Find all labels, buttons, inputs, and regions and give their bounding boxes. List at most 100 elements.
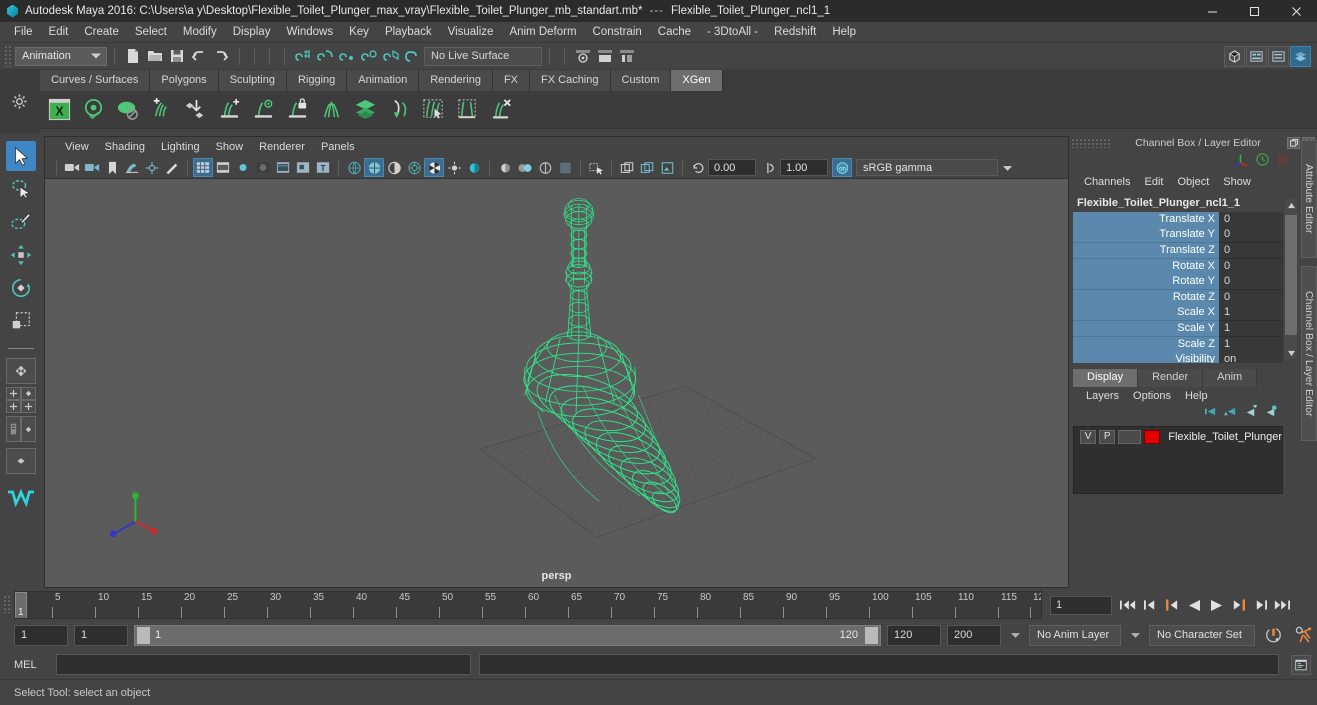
xgen-preview-icon[interactable]	[80, 96, 106, 124]
range-slider-bar[interactable]: 1 120	[134, 624, 881, 646]
layout-hypershade-persp-button[interactable]	[20, 416, 36, 442]
command-language-label[interactable]: MEL	[14, 659, 48, 671]
anim-layer-chevron-down-icon[interactable]	[1007, 625, 1023, 646]
color-space-chevron-down-icon[interactable]	[998, 159, 1016, 176]
channel-row[interactable]: Rotate Y 0	[1073, 274, 1283, 291]
image-plane-icon[interactable]	[122, 158, 142, 177]
layout-persp-graph-button[interactable]	[5, 448, 36, 474]
xgen-delete-guide-icon[interactable]	[488, 96, 514, 124]
play-backwards-button[interactable]	[1186, 597, 1202, 614]
wireframe-shading-icon[interactable]	[193, 158, 213, 177]
channel-box-scrollbar[interactable]	[1285, 199, 1297, 359]
move-layer-up-icon[interactable]	[1204, 405, 1217, 421]
shelf-tab-xgen[interactable]: XGen	[671, 70, 723, 91]
snap-to-projected-center-icon[interactable]	[358, 45, 380, 67]
xgen-groom-brush-icon[interactable]	[386, 96, 412, 124]
step-back-keyframe-button[interactable]	[1142, 597, 1158, 614]
grease-pencil-icon[interactable]	[162, 158, 182, 177]
time-slider-current-frame-marker[interactable]: 1	[15, 592, 27, 618]
gamma-field[interactable]: 1.00	[780, 159, 828, 176]
shelf-tab-custom[interactable]: Custom	[610, 70, 672, 91]
shelf-tab-sculpting[interactable]: Sculpting	[218, 70, 287, 91]
xray-joints-icon[interactable]	[364, 158, 384, 177]
smooth-shade-selected-icon[interactable]	[233, 158, 253, 177]
show-hide-modeling-toolkit-icon[interactable]	[1224, 45, 1245, 67]
display-layer-copy-icon[interactable]	[617, 158, 637, 177]
channel-row[interactable]: Visibility on	[1073, 352, 1283, 363]
select-tool-button[interactable]	[5, 141, 36, 171]
range-slider-right-handle[interactable]	[865, 626, 878, 644]
layer-name[interactable]: Flexible_Toilet_Plunger	[1168, 431, 1282, 443]
side-tab-attribute-editor[interactable]: Attribute Editor	[1301, 140, 1317, 258]
shelf-gear-icon[interactable]	[11, 93, 29, 111]
channel-box-scroll-thumb[interactable]	[1285, 215, 1297, 335]
viewport-menu-panels[interactable]: Panels	[313, 140, 363, 154]
range-slider-left-handle[interactable]	[137, 626, 150, 644]
layer-visibility-toggle[interactable]: V	[1080, 429, 1097, 444]
camera-attributes-icon[interactable]	[82, 158, 102, 177]
attr-value-scale-x[interactable]: 1	[1219, 305, 1283, 322]
move-layer-down-icon[interactable]	[1224, 405, 1237, 421]
menu-display[interactable]: Display	[225, 24, 279, 40]
go-to-end-button[interactable]	[1274, 597, 1290, 614]
shelf-tab-animation[interactable]: Animation	[347, 70, 420, 91]
snap-to-curve-icon[interactable]	[314, 45, 336, 67]
current-time-field[interactable]: 1	[1050, 595, 1112, 615]
motion-blur-icon[interactable]	[444, 158, 464, 177]
scroll-up-arrow-icon[interactable]	[1285, 199, 1297, 211]
character-set-chevron-down-icon[interactable]	[1127, 625, 1143, 646]
open-scene-icon[interactable]	[144, 45, 166, 67]
channel-box-menu-show[interactable]: Show	[1216, 175, 1258, 189]
shelf-tab-rendering[interactable]: Rendering	[419, 70, 493, 91]
layer-playback-toggle[interactable]: P	[1099, 429, 1116, 444]
layer-tab-render[interactable]: Render	[1138, 369, 1204, 387]
step-forward-keyframe-button[interactable]	[1252, 597, 1268, 614]
layer-tab-anim[interactable]: Anim	[1203, 369, 1258, 387]
xgen-layers-icon[interactable]	[352, 96, 378, 124]
shelf-tab-polygons[interactable]: Polygons	[150, 70, 219, 91]
layer-menu-options[interactable]: Options	[1126, 389, 1178, 403]
menuset-mode-select[interactable]: Animation	[15, 46, 107, 66]
script-editor-button[interactable]	[1291, 654, 1311, 675]
channel-row[interactable]: Scale Z 1	[1073, 336, 1283, 353]
layer-type-toggle[interactable]	[1118, 429, 1142, 444]
minimize-button[interactable]	[1191, 0, 1233, 22]
xgen-select-region-icon[interactable]	[420, 96, 446, 124]
command-input-field[interactable]	[56, 654, 471, 675]
channel-row[interactable]: Scale X 1	[1073, 305, 1283, 322]
default-material-icon[interactable]	[404, 158, 424, 177]
toggle-gate-mask-icon[interactable]	[535, 158, 555, 177]
step-forward-frame-button[interactable]	[1230, 597, 1246, 614]
save-scene-icon[interactable]	[166, 45, 188, 67]
shadows-icon[interactable]	[293, 158, 313, 177]
channel-row[interactable]: Rotate Z 0	[1073, 289, 1283, 306]
menu-anim-deform[interactable]: Anim Deform	[501, 24, 584, 40]
paint-selection-mask-icon[interactable]	[616, 45, 638, 67]
exposure-reset-icon[interactable]	[688, 158, 708, 177]
viewport-menu-shading[interactable]: Shading	[97, 140, 153, 154]
playback-start-time-field[interactable]: 1	[74, 624, 128, 646]
show-selection-mask-icon[interactable]	[572, 45, 594, 67]
scroll-down-arrow-icon[interactable]	[1285, 347, 1297, 359]
maximize-button[interactable]	[1233, 0, 1275, 22]
layout-persp-top-button[interactable]	[5, 387, 21, 400]
two-d-pan-zoom-icon[interactable]	[142, 158, 162, 177]
time-slider-track[interactable]: 1 5 10 15 20 25 30 35 40 45 50 55 60 65 …	[14, 591, 1042, 619]
animation-preferences-icon[interactable]	[1291, 625, 1317, 646]
character-set-select[interactable]: No Character Set	[1149, 624, 1255, 646]
channel-row[interactable]: Translate Z 0	[1073, 242, 1283, 259]
shade-with-textures-icon[interactable]	[253, 158, 273, 177]
attr-value-scale-y[interactable]: 1	[1219, 320, 1283, 337]
xgen-editor-icon[interactable]: X	[46, 96, 72, 124]
isolate-select-icon[interactable]	[515, 158, 535, 177]
live-surface-field[interactable]: No Live Surface	[424, 46, 542, 66]
red-marker-icon[interactable]	[1276, 153, 1289, 169]
menu-playback[interactable]: Playback	[377, 24, 440, 40]
clock-history-icon[interactable]	[1255, 152, 1270, 170]
layer-list-item[interactable]: V P Flexible_Toilet_Plunger	[1074, 427, 1282, 444]
gamma-reset-icon[interactable]	[760, 158, 780, 177]
viewport-menu-show[interactable]: Show	[208, 140, 252, 154]
xray-display-icon[interactable]	[344, 158, 364, 177]
redo-icon[interactable]	[210, 45, 232, 67]
depth-of-field-icon[interactable]	[495, 158, 515, 177]
